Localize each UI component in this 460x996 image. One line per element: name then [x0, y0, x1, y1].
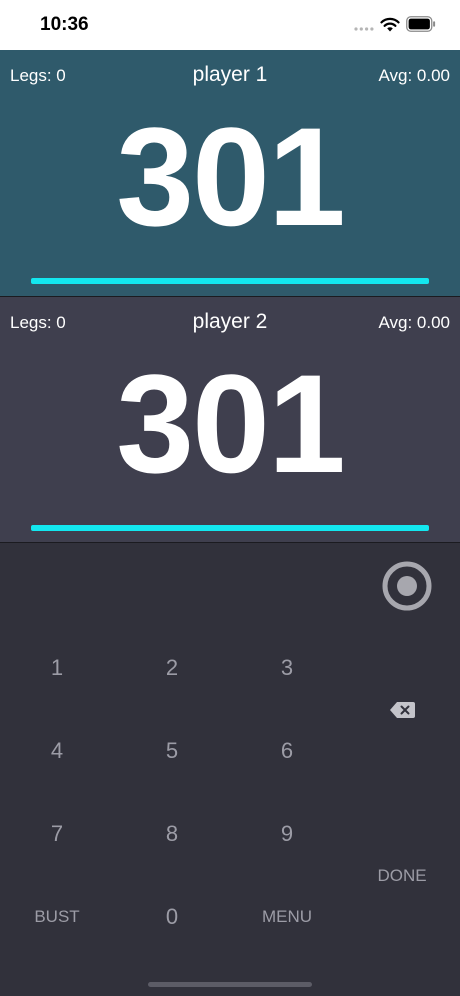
menu-button[interactable]: MENU: [242, 899, 332, 935]
backspace-icon[interactable]: [389, 701, 416, 719]
target-icon[interactable]: [381, 560, 433, 612]
player-2-progress-fill: [31, 525, 429, 531]
key-7[interactable]: 7: [12, 816, 102, 852]
signal-icon: [354, 27, 374, 31]
key-8[interactable]: 8: [127, 816, 217, 852]
player-1-avg: Avg: 0.00: [378, 66, 450, 85]
key-9[interactable]: 9: [242, 816, 332, 852]
done-button[interactable]: DONE: [362, 858, 442, 894]
key-6[interactable]: 6: [242, 733, 332, 769]
player-1-progress: [31, 278, 429, 284]
bust-button[interactable]: BUST: [12, 899, 102, 935]
player-1-score: 301: [116, 98, 346, 255]
key-5[interactable]: 5: [127, 733, 217, 769]
key-0[interactable]: 0: [127, 899, 217, 935]
status-time: 10:36: [40, 14, 89, 35]
player-2-avg: Avg: 0.00: [378, 313, 450, 332]
key-3[interactable]: 3: [242, 650, 332, 686]
player-1-panel[interactable]: Legs: 0 player 1 Avg: 0.00 301: [0, 50, 460, 296]
wifi-icon: [380, 17, 400, 32]
player-2-panel[interactable]: Legs: 0 player 2 Avg: 0.00 301: [0, 297, 460, 543]
status-bar: 10:36: [0, 0, 460, 50]
keypad: 1 2 3 4 5 6 7 8 9 DONE BUST 0 MENU: [0, 543, 460, 996]
dart-scorer-screen: 10:36 Legs: 0 player 1 Avg: 0.00 301 Leg…: [0, 0, 460, 996]
key-1[interactable]: 1: [12, 650, 102, 686]
player-2-score: 301: [116, 345, 346, 502]
player-2-progress: [31, 525, 429, 531]
key-2[interactable]: 2: [127, 650, 217, 686]
battery-icon: [406, 16, 436, 32]
player-1-progress-fill: [31, 278, 429, 284]
key-4[interactable]: 4: [12, 733, 102, 769]
home-indicator[interactable]: [148, 982, 312, 987]
